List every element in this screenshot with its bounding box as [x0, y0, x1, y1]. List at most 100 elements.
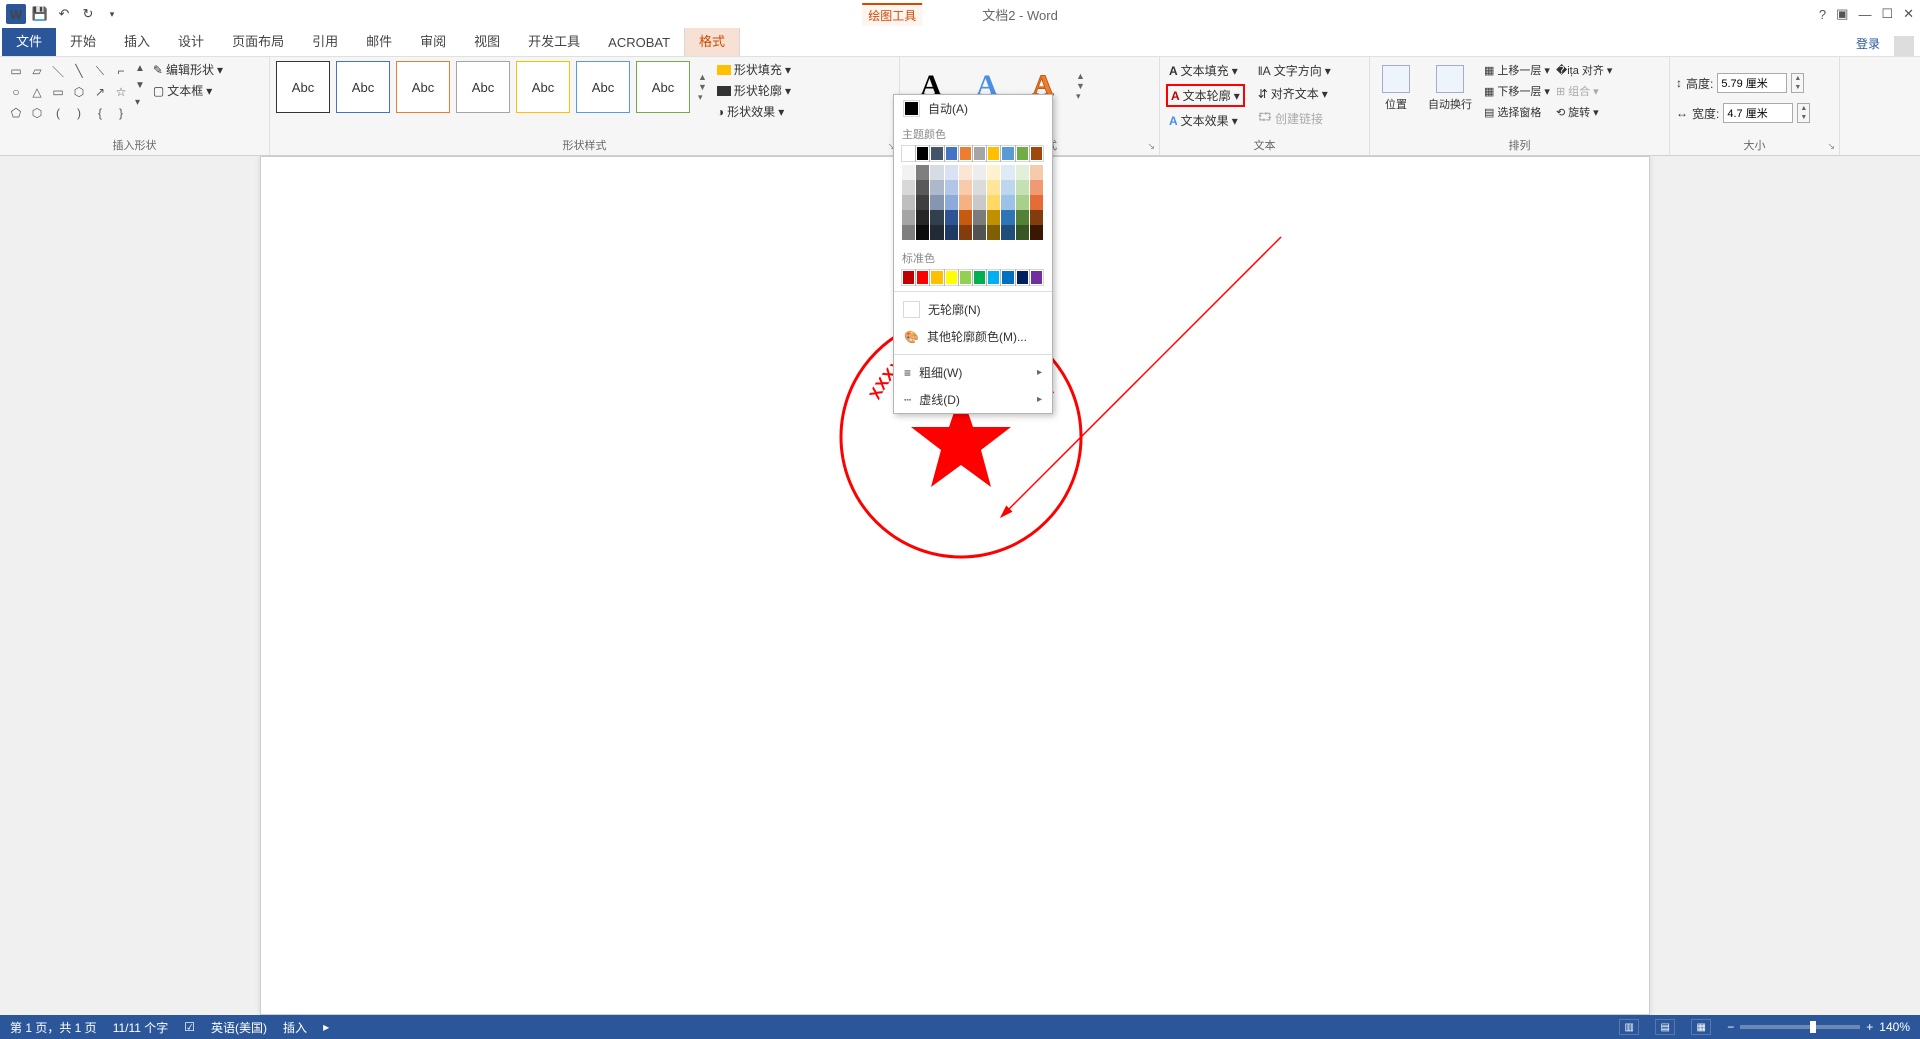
color-swatch[interactable] [1001, 146, 1014, 161]
dialog-launcher-icon[interactable]: ↘ [1147, 141, 1155, 152]
color-swatch[interactable] [916, 225, 929, 240]
create-link-button[interactable]: ⮔创建链接 [1255, 107, 1334, 130]
selection-pane-button[interactable]: ▤选择窗格 [1484, 103, 1550, 121]
zoom-out-icon[interactable]: − [1727, 1020, 1734, 1034]
color-swatch[interactable] [945, 225, 958, 240]
color-swatch[interactable] [987, 195, 1000, 210]
minimize-icon[interactable]: — [1858, 7, 1871, 22]
color-swatch[interactable] [1016, 195, 1029, 210]
color-swatch[interactable] [1016, 165, 1029, 180]
color-swatch[interactable] [959, 180, 972, 195]
save-icon[interactable]: 💾 [30, 4, 50, 24]
color-swatch[interactable] [916, 180, 929, 195]
status-proofing-icon[interactable]: ☑ [184, 1020, 195, 1034]
style-item[interactable]: Abc [276, 61, 330, 113]
color-swatch[interactable] [1030, 225, 1043, 240]
color-swatch[interactable] [959, 146, 972, 161]
color-swatch[interactable] [930, 165, 943, 180]
color-swatch[interactable] [973, 146, 986, 161]
color-swatch[interactable] [973, 270, 986, 285]
color-swatch[interactable] [945, 180, 958, 195]
color-swatch[interactable] [902, 210, 915, 225]
color-swatch[interactable] [930, 195, 943, 210]
color-swatch[interactable] [945, 270, 958, 285]
redo-icon[interactable]: ↻ [78, 4, 98, 24]
tab-home[interactable]: 开始 [56, 25, 110, 56]
tab-references[interactable]: 引用 [298, 25, 352, 56]
style-item[interactable]: Abc [456, 61, 510, 113]
position-button[interactable]: 位置 [1376, 61, 1416, 116]
height-input[interactable] [1717, 73, 1787, 93]
status-mode[interactable]: 插入 [283, 1019, 307, 1036]
color-swatch[interactable] [1030, 165, 1043, 180]
color-swatch[interactable] [1001, 270, 1014, 285]
ribbon-options-icon[interactable]: ▣ [1836, 6, 1848, 22]
color-swatch[interactable] [1016, 270, 1029, 285]
color-swatch[interactable] [902, 225, 915, 240]
gallery-down-icon[interactable]: ▼ [135, 78, 145, 93]
status-language[interactable]: 英语(美国) [211, 1019, 267, 1036]
color-swatch[interactable] [930, 270, 943, 285]
tab-insert[interactable]: 插入 [110, 25, 164, 56]
view-web-icon[interactable]: ▦ [1691, 1019, 1711, 1035]
color-swatch[interactable] [916, 146, 929, 161]
view-read-icon[interactable]: ▥ [1619, 1019, 1639, 1035]
zoom-percent[interactable]: 140% [1879, 1020, 1910, 1034]
height-spinner[interactable]: ▲▼ [1791, 73, 1804, 93]
text-effects-button[interactable]: A文本效果▾ [1166, 111, 1245, 130]
tab-design[interactable]: 设计 [164, 25, 218, 56]
send-backward-button[interactable]: ▦下移一层▾ [1484, 82, 1550, 100]
color-swatch[interactable] [987, 225, 1000, 240]
color-swatch[interactable] [945, 165, 958, 180]
text-outline-button[interactable]: A文本轮廓▾ [1166, 84, 1245, 107]
color-swatch[interactable] [916, 165, 929, 180]
shape-outline-button[interactable]: 形状轮廓▾ [717, 82, 791, 99]
shape-fill-button[interactable]: 形状填充▾ [717, 61, 791, 78]
text-fill-button[interactable]: A文本填充▾ [1166, 61, 1245, 80]
dd-more-colors[interactable]: 🎨 其他轮廓颜色(M)... [894, 323, 1052, 350]
color-swatch[interactable] [930, 146, 943, 161]
status-macro-icon[interactable]: ▸ [323, 1020, 329, 1034]
color-swatch[interactable] [1030, 210, 1043, 225]
dialog-launcher-icon[interactable]: ↘ [1827, 141, 1835, 152]
color-swatch[interactable] [987, 180, 1000, 195]
tab-view[interactable]: 视图 [460, 25, 514, 56]
status-wordcount[interactable]: 11/11 个字 [113, 1019, 169, 1036]
zoom-slider[interactable] [1740, 1025, 1860, 1029]
color-swatch[interactable] [959, 195, 972, 210]
tab-acrobat[interactable]: ACROBAT [594, 29, 684, 56]
style-item[interactable]: Abc [636, 61, 690, 113]
color-swatch[interactable] [916, 270, 929, 285]
color-swatch[interactable] [1001, 225, 1014, 240]
help-icon[interactable]: ? [1819, 7, 1826, 22]
tab-mailings[interactable]: 邮件 [352, 25, 406, 56]
color-swatch[interactable] [930, 225, 943, 240]
color-swatch[interactable] [916, 195, 929, 210]
color-swatch[interactable] [987, 210, 1000, 225]
maximize-icon[interactable]: ☐ [1881, 6, 1893, 22]
color-swatch[interactable] [973, 180, 986, 195]
width-input[interactable] [1723, 103, 1793, 123]
shape-style-gallery[interactable]: Abc Abc Abc Abc Abc Abc Abc ▲▼▾ [276, 61, 707, 113]
rotate-button[interactable]: ⟲旋转▾ [1556, 103, 1612, 121]
close-icon[interactable]: ✕ [1903, 6, 1914, 22]
align-text-button[interactable]: ⇵对齐文本▾ [1255, 84, 1334, 103]
color-swatch[interactable] [959, 165, 972, 180]
style-item[interactable]: Abc [516, 61, 570, 113]
style-item[interactable]: Abc [336, 61, 390, 113]
color-swatch[interactable] [987, 165, 1000, 180]
qat-dropdown-icon[interactable]: ▾ [102, 4, 122, 24]
color-swatch[interactable] [1001, 165, 1014, 180]
color-swatch[interactable] [1001, 195, 1014, 210]
color-swatch[interactable] [930, 180, 943, 195]
shape-effects-button[interactable]: ◑形状效果▾ [717, 103, 791, 120]
undo-icon[interactable]: ↶ [54, 4, 74, 24]
bring-forward-button[interactable]: ▦上移一层▾ [1484, 61, 1550, 79]
color-swatch[interactable] [1030, 195, 1043, 210]
color-swatch[interactable] [916, 210, 929, 225]
tab-review[interactable]: 审阅 [406, 25, 460, 56]
gallery-up-icon[interactable]: ▲ [135, 61, 145, 76]
gallery-more-icon[interactable]: ▾ [135, 95, 145, 110]
color-swatch[interactable] [973, 225, 986, 240]
dd-automatic[interactable]: 自动(A) [894, 95, 1052, 122]
